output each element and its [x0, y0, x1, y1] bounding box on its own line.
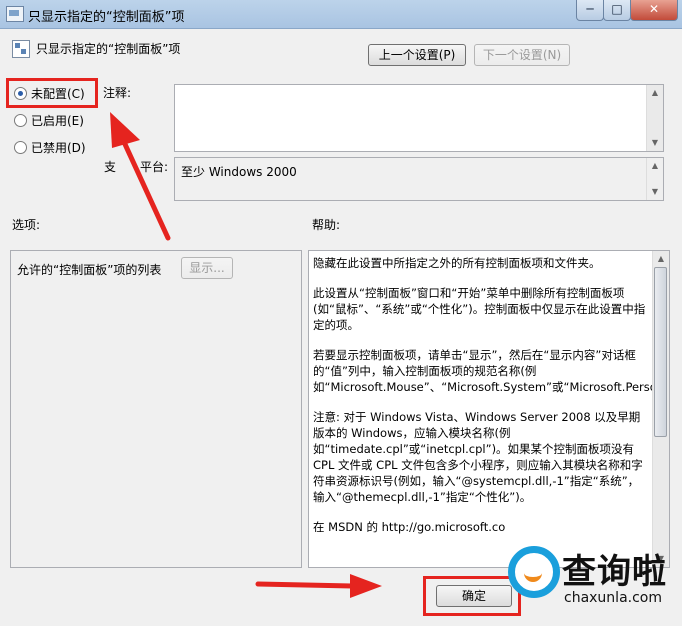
annotation-arrow-right: [255, 574, 382, 598]
search-logo-icon: [508, 546, 560, 598]
watermark-logo: 查询啦 chaxunla.com: [502, 534, 678, 620]
watermark-domain: chaxunla.com: [564, 590, 662, 606]
watermark-brand: 查询啦: [562, 552, 667, 592]
annotation-arrows: [110, 112, 382, 598]
annotation-arrow-up: [110, 112, 171, 241]
